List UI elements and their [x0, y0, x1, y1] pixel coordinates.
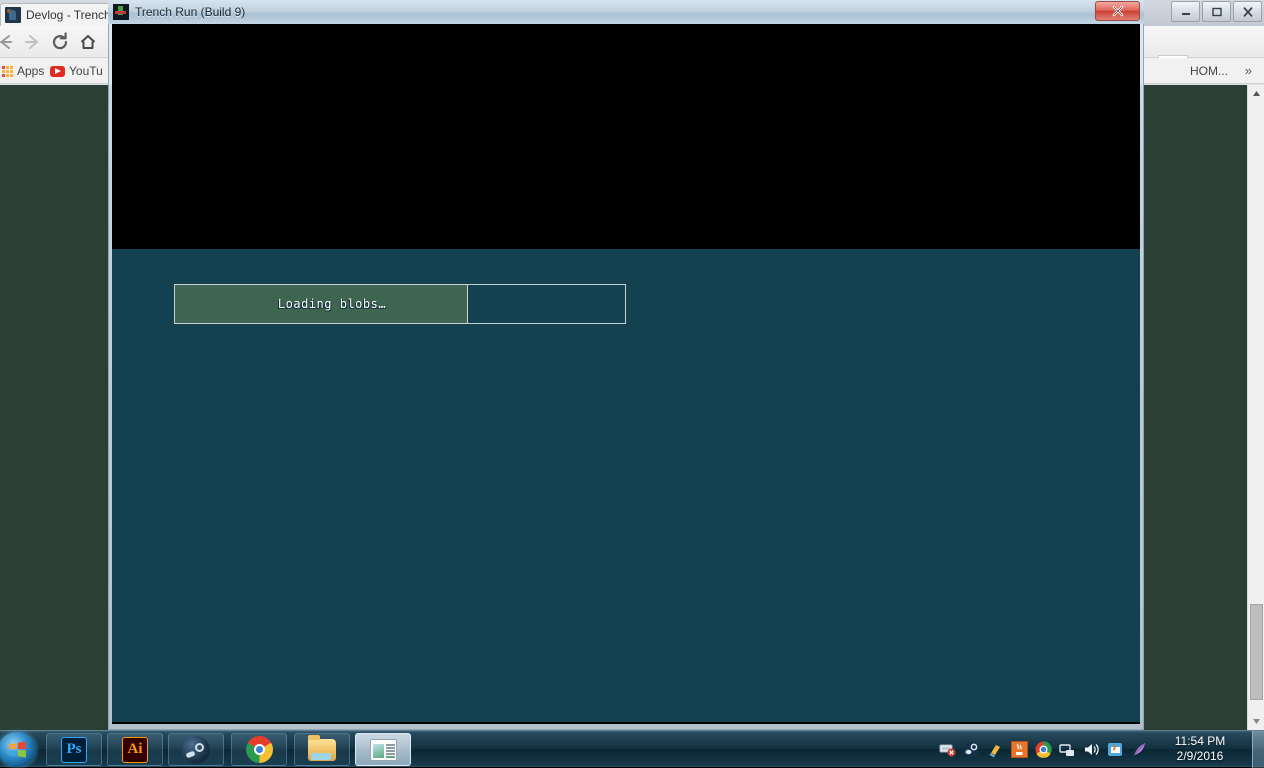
taskbar-button-trench-run[interactable] — [355, 733, 411, 766]
show-desktop-button[interactable] — [1252, 731, 1264, 768]
clock-time: 11:54 PM — [1174, 734, 1226, 748]
tab-favicon-icon — [5, 7, 21, 23]
taskbar-button-chrome[interactable] — [231, 733, 287, 766]
game-scene-background: Loading blobs… — [112, 249, 1140, 722]
folder-icon — [308, 734, 336, 761]
browser-tab-devlog[interactable]: Devlog - Trench — [0, 3, 112, 26]
app-window-icon — [369, 738, 397, 761]
ccleaner-icon[interactable] — [987, 741, 1004, 758]
windows-start-orb-icon[interactable] — [0, 732, 36, 767]
volume-icon[interactable] — [1083, 741, 1100, 758]
bookmark-home-right[interactable]: HOM... — [1190, 62, 1228, 80]
dropbox-icon[interactable] — [1107, 741, 1124, 758]
browser-maximize-button[interactable] — [1202, 1, 1231, 22]
taskbar-button-explorer[interactable] — [294, 733, 350, 766]
bookmark-apps[interactable]: Apps — [2, 62, 44, 80]
page-scrollbar[interactable] — [1247, 85, 1264, 730]
browser-minimize-button[interactable] — [1171, 1, 1200, 22]
game-client-area[interactable]: Loading blobs… — [112, 24, 1140, 724]
scrollbar-thumb[interactable] — [1250, 604, 1263, 700]
steam-icon — [182, 735, 210, 764]
game-close-button[interactable] — [1095, 1, 1140, 21]
photoshop-icon: Ps — [61, 736, 87, 763]
safely-remove-hardware-icon[interactable] — [939, 741, 956, 758]
game-viewport — [112, 24, 1140, 249]
browser-tab-title: Devlog - Trench — [26, 8, 111, 22]
bookmark-youtube[interactable]: YouTu — [50, 62, 103, 80]
bookmark-home-right-label: HOM... — [1190, 64, 1228, 78]
clock-date: 2/9/2016 — [1176, 749, 1224, 763]
java-icon[interactable] — [1011, 741, 1028, 758]
apps-grid-icon — [2, 65, 13, 77]
bookmark-apps-label: Apps — [17, 64, 45, 78]
chrome-icon — [245, 736, 273, 763]
back-arrow-icon[interactable] — [0, 30, 18, 54]
reload-icon[interactable] — [48, 30, 72, 54]
illustrator-icon: Ai — [122, 736, 148, 763]
taskbar-button-illustrator[interactable]: Ai — [107, 733, 163, 766]
loading-progress-bar: Loading blobs… — [174, 284, 626, 324]
taskbar-button-photoshop[interactable]: Ps — [46, 733, 102, 766]
browser-window-controls — [1171, 0, 1264, 26]
network-icon[interactable] — [1059, 741, 1076, 758]
trench-run-app-icon — [113, 4, 129, 20]
taskbar-button-steam[interactable] — [168, 733, 224, 766]
home-icon[interactable] — [76, 30, 100, 54]
trench-run-game-window: Trench Run (Build 9) Loading blobs… — [108, 0, 1144, 730]
game-window-title: Trench Run (Build 9) — [135, 5, 246, 19]
windows-taskbar: Ps Ai 11:54 PM 2/9/2016 — [0, 730, 1264, 768]
system-tray — [939, 731, 1148, 768]
forward-arrow-icon[interactable] — [20, 30, 44, 54]
taskbar-clock[interactable]: 11:54 PM 2/9/2016 — [1154, 734, 1246, 764]
youtube-icon — [50, 65, 65, 77]
feather-icon[interactable] — [1131, 741, 1148, 758]
bookmark-youtube-label: YouTu — [69, 64, 103, 78]
bookmarks-overflow-chevron-icon[interactable]: » — [1245, 63, 1252, 78]
steam-tray-icon[interactable] — [963, 741, 980, 758]
chrome-tray-icon[interactable] — [1035, 741, 1052, 758]
scroll-up-arrow-icon[interactable] — [1248, 85, 1264, 102]
loading-progress-label: Loading blobs… — [277, 297, 387, 311]
scroll-down-arrow-icon[interactable] — [1248, 713, 1264, 730]
game-title-bar[interactable]: Trench Run (Build 9) — [108, 0, 1144, 24]
browser-close-button[interactable] — [1233, 1, 1262, 22]
